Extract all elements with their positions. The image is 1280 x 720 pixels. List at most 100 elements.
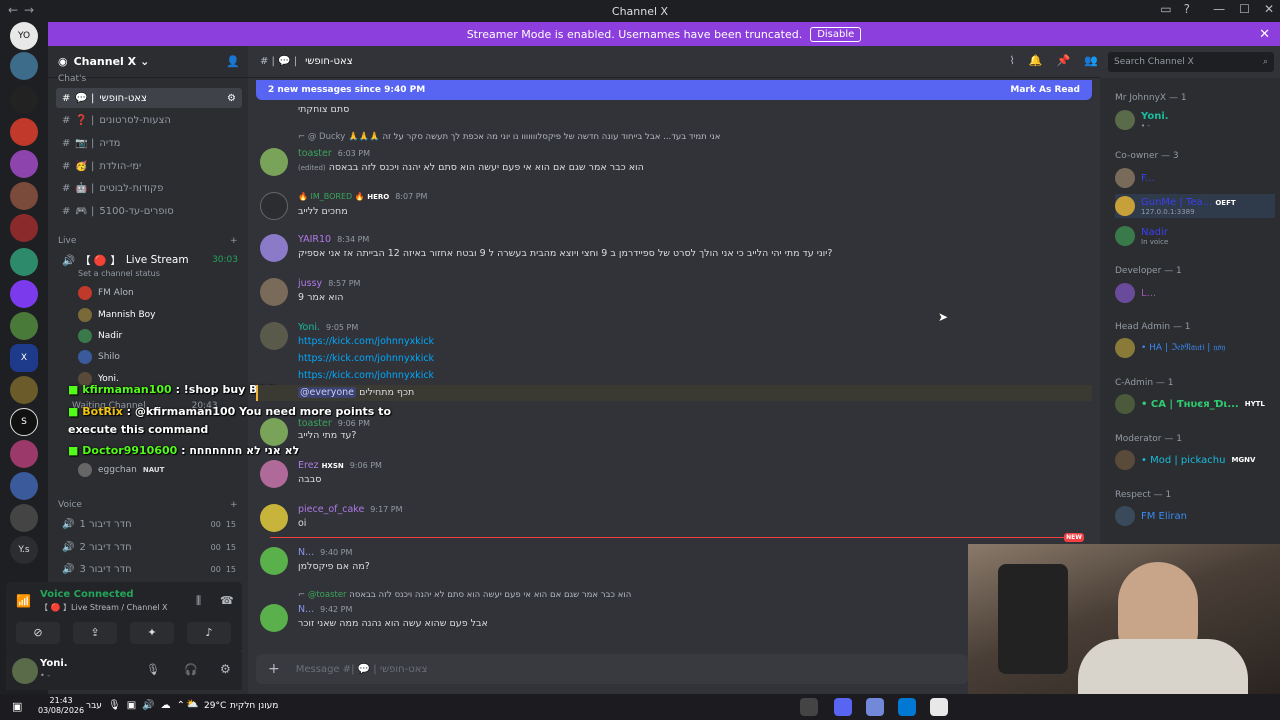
inbox-icon[interactable]: ▭ [1160,2,1171,16]
notification-icon[interactable]: ▣ [12,700,22,713]
message-author[interactable]: Yoni. 9:05 PM [298,322,358,333]
message-author[interactable]: YAIR10 8:34 PM [298,234,369,245]
camera-button[interactable]: ⊘ [16,622,60,644]
channel-item[interactable]: # 📷 | מדיה [56,133,242,153]
server-icon-active[interactable]: X [10,344,38,372]
server-icon[interactable] [10,504,38,532]
member-item[interactable]: • HA | ℑ𝔢𝔡𝔑𝔞𝔲𝔱𝔦 | 𝔶𝔬𝔶 [1115,336,1225,360]
avatar[interactable] [260,322,288,350]
avatar[interactable] [260,418,288,446]
channel-item[interactable]: # 🥳 | ימי-הולדת [56,156,242,176]
language-indicator[interactable]: עבר [86,701,102,711]
member-list-icon[interactable]: 👥 [1084,54,1098,67]
member-item[interactable]: F... [1115,166,1155,190]
server-icon[interactable] [10,376,38,404]
message-author[interactable]: toaster 9:06 PM [298,418,370,429]
user-settings-icon[interactable]: ⚙ [220,662,231,676]
close-window-button[interactable]: ✕ [1264,2,1274,16]
server-icon[interactable] [10,440,38,468]
threads-icon[interactable]: ⌇ [1010,54,1015,67]
avatar[interactable] [260,460,288,488]
server-icon[interactable] [10,52,38,80]
channel-status[interactable]: Set a channel status [78,269,160,278]
avatar[interactable] [260,604,288,632]
bell-icon[interactable]: 🔔 [1029,54,1043,67]
avatar[interactable] [260,547,288,575]
message-author[interactable]: N... 9:42 PM [298,604,352,615]
message-author[interactable]: 🔥 IM_BORED 🔥 HERO 8:07 PM [298,192,427,201]
member-item[interactable]: L... [1115,281,1156,305]
nav-arrows[interactable]: ←→ [8,3,40,17]
mark-as-read-button[interactable]: Mark As Read [1010,85,1080,95]
mention[interactable]: @everyone [298,387,357,398]
server-icon[interactable] [10,182,38,210]
message-composer[interactable]: + Message #| 💬 | צאט-חופשי [256,654,968,684]
avatar[interactable] [12,658,38,684]
avatar[interactable] [260,234,288,262]
avatar[interactable] [260,278,288,306]
activities-button[interactable]: ✦ [130,622,174,644]
voice-user[interactable]: Nadir [78,326,122,346]
taskbar-app-icon[interactable] [930,698,948,716]
mic-icon[interactable]: 🎙 [146,663,160,676]
channel-item-active[interactable]: # 💬 | צאט-חופשי ⚙ [56,88,242,108]
settings-icon[interactable]: ⚙ [227,93,236,104]
voice-user[interactable]: Mannish Boy [78,305,155,325]
channel-item[interactable]: # 🎮 | סופרים-עד-5100 [56,201,242,221]
voice-user[interactable]: eggchan NAUT [78,460,164,480]
weather-temp[interactable]: 29°C [204,701,226,711]
pin-icon[interactable]: 📌 [1057,54,1071,67]
taskbar-app-icon[interactable] [800,698,818,716]
help-icon[interactable]: ? [1184,2,1190,16]
channel-item[interactable]: # 🤖 | פקודות-לבוטים [56,178,242,198]
add-attachment-icon[interactable]: + [268,661,280,677]
add-channel-icon[interactable]: + [230,500,238,510]
voice-user[interactable]: Shilo [78,347,120,367]
category-chats[interactable]: Chat's [58,74,86,84]
voice-channel[interactable]: 🔊 חדר דיבור 1 00 15 [56,514,242,534]
signal-icon[interactable]: 📶 [16,594,31,608]
server-icon[interactable] [10,86,38,114]
server-icon[interactable] [10,214,38,242]
server-icon[interactable] [10,150,38,178]
minimize-button[interactable]: — [1213,2,1225,16]
server-icon[interactable]: S [10,408,38,436]
voice-channel-name[interactable]: 【 🔴 】Live Stream / Channel X [40,602,168,613]
channel-item[interactable]: # ❓ | הצעות-לסרטונים [56,110,242,130]
noise-icon[interactable]: ⫼ [196,594,201,608]
voice-channel-live[interactable]: 🔊 【 🔴 】 Live Stream 30:03 [56,250,242,270]
weather-text[interactable]: מעונן חלקית [230,701,278,711]
reply-preview[interactable]: ⌐ @toaster הוא כבר אמר שגם אם הוא אי פעם… [298,590,631,600]
server-icon[interactable] [10,248,38,276]
add-member-icon[interactable]: 👤 [226,55,240,68]
voice-user[interactable]: FM Alon [78,283,134,303]
member-item[interactable]: • Mod | pickachu MGNV [1115,448,1255,472]
server-icon[interactable] [10,312,38,340]
weather-icon[interactable]: ⛅ [186,699,198,710]
message-link[interactable]: https://kick.com/johnnyxkick [298,336,434,347]
category-voice[interactable]: Voice + [58,500,238,510]
disable-streamer-mode-button[interactable]: Disable [810,26,862,42]
soundboard-button[interactable]: ♪ [187,622,231,644]
add-channel-icon[interactable]: + [230,236,238,246]
taskbar-app-icon[interactable] [834,698,852,716]
message-author[interactable]: N... 9:40 PM [298,547,352,558]
member-item[interactable]: FM Eliran [1115,504,1187,528]
screenshare-button[interactable]: ⇪ [73,622,117,644]
server-icon[interactable] [10,280,38,308]
server-icon[interactable] [10,118,38,146]
maximize-button[interactable]: ☐ [1239,2,1250,16]
taskbar-app-icon[interactable] [898,698,916,716]
taskbar-app-icon[interactable] [866,698,884,716]
message-author[interactable]: toaster 6:03 PM [298,148,370,159]
reply-preview[interactable]: ⌐ @ Ducky 🙏🙏🙏 אני תמיד בעד... אבל בייחוד… [298,132,720,142]
server-icon[interactable]: Y.s [10,536,38,564]
message-link[interactable]: https://kick.com/johnnyxkick [298,353,434,364]
message-author[interactable]: jussy 8:57 PM [298,278,360,289]
search-input[interactable]: Search Channel X ⌕ [1108,52,1274,72]
clock[interactable]: 21:43 03/08/2026 [38,696,84,716]
member-item[interactable]: • CA | Ƭнυєя_Ɗι... HYTL [1115,392,1265,416]
voice-channel[interactable]: 🔊 חדר דיבור 3 00 15 [56,559,242,579]
disconnect-icon[interactable]: ☎ [220,594,234,607]
avatar[interactable] [260,148,288,176]
